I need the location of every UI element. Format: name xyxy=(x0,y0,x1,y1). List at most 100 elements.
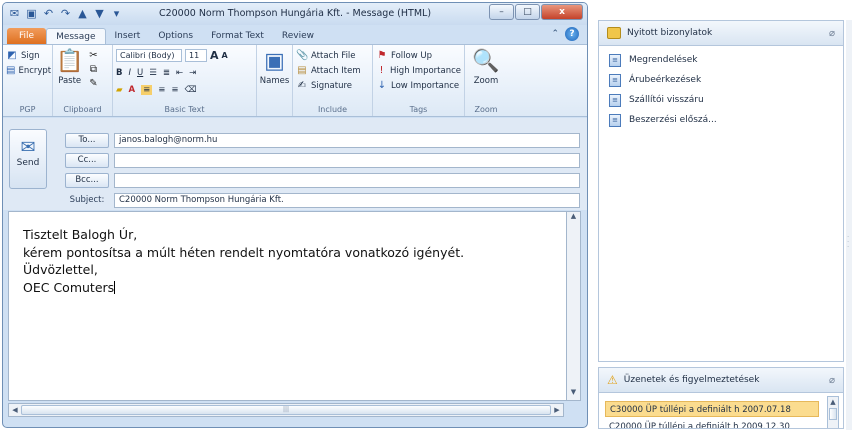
ribbon: ◩ Sign ▤ Encrypt PGP 📋 Paste ✂ ⧉ ✎ Clipboar… xyxy=(3,44,587,117)
body-horizontal-scrollbar[interactable]: ◀ ||| ▶ xyxy=(8,403,564,417)
body-vertical-scrollbar[interactable]: ▲ ▼ xyxy=(566,211,581,401)
minimize-ribbon-icon[interactable]: ⌃ xyxy=(551,29,559,39)
underline-button[interactable]: U xyxy=(137,68,143,78)
side-item-supplier-returns[interactable]: ≡ Szállítói visszáru xyxy=(599,90,843,110)
cc-button[interactable]: Cc... xyxy=(65,153,109,168)
group-pgp: ◩ Sign ▤ Encrypt PGP xyxy=(3,45,53,116)
attach-item-button[interactable]: ▤ Attach Item xyxy=(296,63,369,78)
document-icon: ≡ xyxy=(609,73,621,87)
attach-item-label: Attach Item xyxy=(311,65,361,76)
magnifier-icon: 🔍 xyxy=(472,49,500,74)
signature-icon: ✍ xyxy=(297,79,307,91)
side-item-orders[interactable]: ≡ Megrendelések xyxy=(599,50,843,70)
document-icon: ≡ xyxy=(609,93,621,107)
text-cursor xyxy=(114,280,116,294)
format-painter-icon[interactable]: ✎ xyxy=(87,78,99,90)
highlight-icon[interactable]: ▰ xyxy=(116,85,123,95)
alerts-scroll-thumb[interactable] xyxy=(829,408,837,420)
body-line-request: kérem pontosítsa a múlt héten rendelt ny… xyxy=(23,244,465,260)
signature-button[interactable]: ✍ Signature xyxy=(296,78,369,93)
side-item-purchase-advance[interactable]: ≡ Beszerzési előszá... xyxy=(599,110,843,130)
sign-button[interactable]: ◩ Sign xyxy=(6,48,49,63)
high-importance-button[interactable]: ! High Importance xyxy=(376,63,461,78)
scroll-right-arrow-icon[interactable]: ▶ xyxy=(551,404,563,416)
pin-icon[interactable]: ⌀ xyxy=(829,28,835,39)
side-item-goods-receipts[interactable]: ≡ Árubeérkezések xyxy=(599,70,843,90)
title-bar: ✉ ▣ ↶ ↷ ▲ ▼ ▾ C20000 Norm Thompson Hungá… xyxy=(3,3,587,25)
scroll-left-arrow-icon[interactable]: ◀ xyxy=(9,404,21,416)
names-button[interactable]: ▣ Names xyxy=(259,48,290,86)
clear-formatting-icon[interactable]: ⌫ xyxy=(185,85,197,95)
low-importance-button[interactable]: ↓ Low Importance xyxy=(376,78,461,93)
alert-item[interactable]: C30000 ÜP túllépi a definiált h 2007.07.… xyxy=(605,401,819,417)
group-basic-text: Calibri (Body) 11 A A B I U ☰ ≣ ⇤ ⇥ ▰ A … xyxy=(113,45,257,116)
increase-indent-icon[interactable]: ⇥ xyxy=(189,68,196,78)
attach-file-button[interactable]: 📎 Attach File xyxy=(296,48,369,63)
tab-format-text[interactable]: Format Text xyxy=(202,28,273,45)
copy-icon[interactable]: ⧉ xyxy=(87,64,99,76)
bcc-button[interactable]: Bcc... xyxy=(65,173,109,188)
cc-field[interactable] xyxy=(114,153,580,168)
tab-insert[interactable]: Insert xyxy=(106,28,150,45)
body-line-sender: OEC Comuters xyxy=(23,279,563,297)
scroll-down-arrow-icon[interactable]: ▼ xyxy=(567,388,580,400)
follow-up-button[interactable]: ⚑ Follow Up xyxy=(376,48,461,63)
to-button[interactable]: To... xyxy=(65,133,109,148)
panel-splitter[interactable]: · · · xyxy=(846,20,852,430)
alert-item[interactable]: C20000 ÜP túllépi a definiált h 2009.12.… xyxy=(605,419,819,428)
tab-message[interactable]: Message xyxy=(46,28,106,45)
encrypt-label: Encrypt xyxy=(18,65,52,76)
ribbon-tabs: File Message Insert Options Format Text … xyxy=(3,25,587,45)
font-size-select[interactable]: 11 xyxy=(185,49,207,62)
align-center-icon[interactable]: ≡ xyxy=(158,85,165,95)
paste-button[interactable]: 📋 Paste xyxy=(56,48,83,90)
scroll-up-arrow-icon[interactable]: ▲ xyxy=(828,397,838,407)
low-importance-icon: ↓ xyxy=(377,79,387,91)
shrink-font-button[interactable]: A xyxy=(222,51,228,60)
body-line-greeting: Tisztelt Balogh Úr, xyxy=(23,227,138,242)
signature-label: Signature xyxy=(311,80,353,91)
font-color-icon[interactable]: A xyxy=(129,85,136,95)
italic-button[interactable]: I xyxy=(128,68,131,78)
horizontal-scroll-thumb[interactable]: ||| xyxy=(21,405,551,415)
open-documents-panel: Nyitott bizonylatok ⌀ ≡ Megrendelések ≡ Ár… xyxy=(598,20,844,362)
align-left-icon[interactable]: ≡ xyxy=(141,84,153,95)
tab-review[interactable]: Review xyxy=(273,28,323,45)
group-label-include: Include xyxy=(317,105,348,114)
encrypt-button[interactable]: ▤ Encrypt xyxy=(6,63,52,78)
help-icon[interactable]: ? xyxy=(565,27,579,41)
splitter-grip-icon: · · · xyxy=(847,233,850,251)
close-button[interactable]: x xyxy=(541,4,583,20)
scroll-up-arrow-icon[interactable]: ▲ xyxy=(567,212,580,224)
open-documents-header: Nyitott bizonylatok ⌀ xyxy=(599,21,843,46)
align-right-icon[interactable]: ≡ xyxy=(171,85,178,95)
cut-icon[interactable]: ✂ xyxy=(87,50,99,62)
side-item-label: Árubeérkezések xyxy=(629,75,702,85)
minimize-button[interactable]: – xyxy=(489,4,514,20)
paste-label: Paste xyxy=(58,76,82,86)
decrease-indent-icon[interactable]: ⇤ xyxy=(176,68,183,78)
tab-file[interactable]: File xyxy=(7,28,47,45)
bullets-icon[interactable]: ☰ xyxy=(149,68,157,78)
numbering-icon[interactable]: ≣ xyxy=(163,68,170,78)
pin-icon[interactable]: ⌀ xyxy=(829,375,835,386)
grow-font-button[interactable]: A xyxy=(210,49,219,62)
send-button[interactable]: ✉ Send xyxy=(9,129,47,189)
bold-button[interactable]: B xyxy=(116,68,122,78)
maximize-button[interactable]: □ xyxy=(515,4,540,20)
send-envelope-icon: ✉ xyxy=(20,137,36,158)
message-body[interactable]: Tisztelt Balogh Úr, kérem pontosítsa a m… xyxy=(8,211,578,401)
paste-icon: 📋 xyxy=(56,49,84,74)
to-field[interactable]: janos.balogh@norm.hu xyxy=(114,133,580,148)
names-label: Names xyxy=(259,76,290,86)
bcc-field[interactable] xyxy=(114,173,580,188)
tab-options[interactable]: Options xyxy=(149,28,202,45)
zoom-button[interactable]: 🔍 Zoom xyxy=(468,48,504,86)
font-name-select[interactable]: Calibri (Body) xyxy=(116,49,182,62)
subject-field[interactable]: C20000 Norm Thompson Hungária Kft. xyxy=(114,193,580,208)
group-zoom: 🔍 Zoom Zoom xyxy=(465,45,507,116)
paperclip-icon: 📎 xyxy=(296,49,309,61)
folder-icon xyxy=(607,27,621,39)
group-include: 📎 Attach File ▤ Attach Item ✍ Signature Inc… xyxy=(293,45,373,116)
alerts-scrollbar[interactable]: ▲ xyxy=(827,396,839,428)
